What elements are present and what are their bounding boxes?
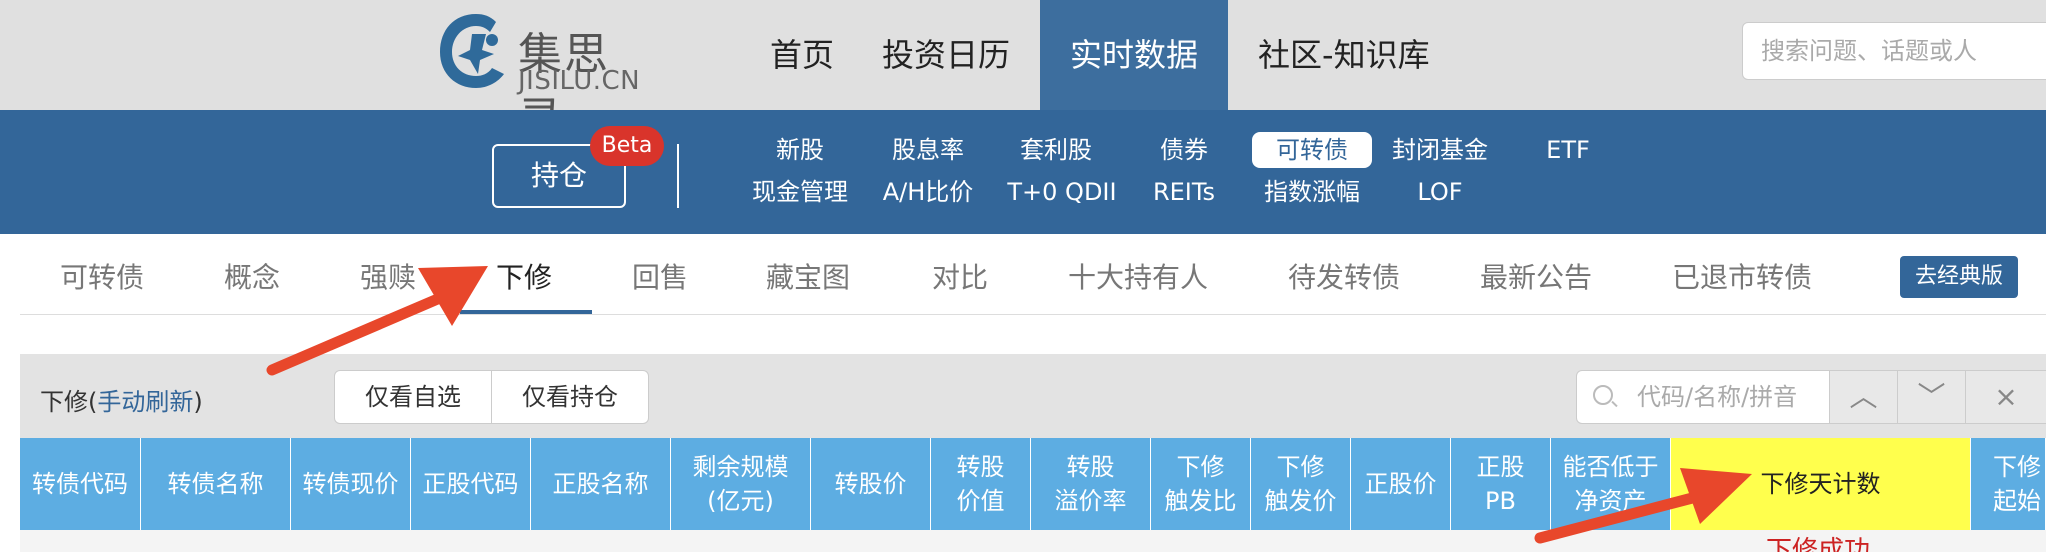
tab-compare[interactable]: 对比 bbox=[932, 256, 988, 296]
watchlist-only-button[interactable]: 仅看自选 bbox=[335, 371, 491, 423]
tab-convertible[interactable]: 可转债 bbox=[60, 256, 144, 296]
table-toolbar: 下修(手动刷新) 仅看自选 仅看持仓 代码/名称/拼音 ︿ ﹀ × bbox=[20, 354, 2046, 438]
link-index[interactable]: 指数涨幅 bbox=[1248, 174, 1376, 210]
search-placeholder: 代码/名称/拼音 bbox=[1637, 383, 1798, 411]
table-search-input[interactable]: 代码/名称/拼音 bbox=[1576, 370, 1830, 424]
nav-calendar[interactable]: 投资日历 bbox=[858, 0, 1034, 110]
title-prefix: 下修( bbox=[40, 388, 98, 416]
tab-announcements[interactable]: 最新公告 bbox=[1480, 256, 1592, 296]
col-bond-code[interactable]: 转债代码 bbox=[20, 438, 141, 530]
col-conversion-value[interactable]: 转股 价值 bbox=[931, 438, 1031, 530]
holdings-only-button[interactable]: 仅看持仓 bbox=[491, 371, 648, 423]
tab-pending[interactable]: 待发转债 bbox=[1288, 256, 1400, 296]
table-title: 下修(手动刷新) bbox=[40, 382, 203, 417]
main-nav: 首页 投资日历 实时数据 社区-知识库 bbox=[746, 0, 1454, 110]
classic-version-button[interactable]: 去经典版 bbox=[1900, 256, 2018, 298]
col-bond-name[interactable]: 转债名称 bbox=[141, 438, 291, 530]
link-convertible[interactable]: 可转债 bbox=[1252, 132, 1372, 168]
col-stock-pb[interactable]: 正股 PB bbox=[1451, 438, 1551, 530]
site-logo[interactable]: 集思录 JISILU.CN bbox=[436, 10, 646, 144]
divider bbox=[20, 314, 2046, 315]
site-search-input[interactable]: 搜索问题、话题或人 bbox=[1742, 22, 2046, 80]
col-stock-code[interactable]: 正股代码 bbox=[411, 438, 531, 530]
tab-redemption[interactable]: 强赎 bbox=[360, 256, 416, 296]
col-trigger-ratio[interactable]: 下修 触发比 bbox=[1151, 438, 1251, 530]
link-bonds[interactable]: 债券 bbox=[1120, 132, 1248, 168]
beta-badge: Beta bbox=[590, 126, 664, 166]
close-icon[interactable]: × bbox=[1966, 370, 2046, 424]
logo-text-en: JISILU.CN bbox=[518, 66, 641, 96]
col-revision-start[interactable]: 下修 起始 bbox=[1971, 438, 2046, 530]
chevron-down-icon[interactable]: ﹀ bbox=[1898, 370, 1966, 424]
col-trigger-price[interactable]: 下修 触发价 bbox=[1251, 438, 1351, 530]
tab-putback[interactable]: 回售 bbox=[632, 256, 688, 296]
link-ah-ratio[interactable]: A/H比价 bbox=[864, 174, 992, 210]
table-row[interactable] bbox=[20, 530, 2046, 552]
filter-group: 仅看自选 仅看持仓 bbox=[334, 370, 649, 424]
table-header-row: 转债代码 转债名称 转债现价 正股代码 正股名称 剩余规模 (亿元) 转股价 转… bbox=[20, 438, 2046, 530]
convertible-subtabs: 可转债 概念 强赎 下修 回售 藏宝图 对比 十大持有人 待发转债 最新公告 已… bbox=[0, 234, 2046, 316]
col-stock-price[interactable]: 正股价 bbox=[1351, 438, 1451, 530]
divider bbox=[677, 144, 679, 208]
link-ipo[interactable]: 新股 bbox=[736, 132, 864, 168]
tab-delisted[interactable]: 已退市转债 bbox=[1672, 256, 1812, 296]
top-header: 集思录 JISILU.CN 首页 投资日历 实时数据 社区-知识库 搜索问题、话… bbox=[0, 0, 2046, 144]
link-lof[interactable]: LOF bbox=[1376, 174, 1504, 210]
link-qdii[interactable]: T+0 QDII bbox=[992, 174, 1132, 210]
tab-revision[interactable]: 下修 bbox=[496, 256, 552, 296]
col-below-net-assets[interactable]: 能否低于 净资产 bbox=[1551, 438, 1671, 530]
col-bond-price[interactable]: 转债现价 bbox=[291, 438, 411, 530]
col-conversion-price[interactable]: 转股价 bbox=[811, 438, 931, 530]
link-reits[interactable]: REITs bbox=[1120, 174, 1248, 210]
search-icon bbox=[1593, 385, 1613, 405]
secondary-nav: 持仓 Beta 新股 股息率 套利股 债券 可转债 封闭基金 ETF 现金管理 … bbox=[0, 110, 2046, 234]
logo-icon bbox=[440, 14, 504, 88]
revision-status: 下修成功 bbox=[1766, 536, 1871, 552]
tab-top-holders[interactable]: 十大持有人 bbox=[1068, 256, 1208, 296]
tab-concept[interactable]: 概念 bbox=[224, 256, 280, 296]
col-stock-name[interactable]: 正股名称 bbox=[531, 438, 671, 530]
col-revision-day-count[interactable]: 下修天计数 bbox=[1671, 438, 1971, 530]
title-suffix: ) bbox=[193, 388, 203, 416]
nav-realtime-data[interactable]: 实时数据 bbox=[1040, 0, 1229, 110]
tab-treasure-map[interactable]: 藏宝图 bbox=[766, 256, 850, 296]
manual-refresh-link[interactable]: 手动刷新 bbox=[97, 388, 193, 416]
col-remaining-size[interactable]: 剩余规模 (亿元) bbox=[671, 438, 811, 530]
chevron-up-icon[interactable]: ︿ bbox=[1830, 370, 1898, 424]
link-dividend[interactable]: 股息率 bbox=[864, 132, 992, 168]
link-cash[interactable]: 现金管理 bbox=[736, 174, 864, 210]
col-premium-rate[interactable]: 转股 溢价率 bbox=[1031, 438, 1151, 530]
link-arbitrage[interactable]: 套利股 bbox=[992, 132, 1120, 168]
link-etf[interactable]: ETF bbox=[1504, 132, 1632, 168]
nav-community[interactable]: 社区-知识库 bbox=[1234, 0, 1454, 110]
nav-home[interactable]: 首页 bbox=[746, 0, 858, 110]
link-closed-fund[interactable]: 封闭基金 bbox=[1376, 132, 1504, 168]
